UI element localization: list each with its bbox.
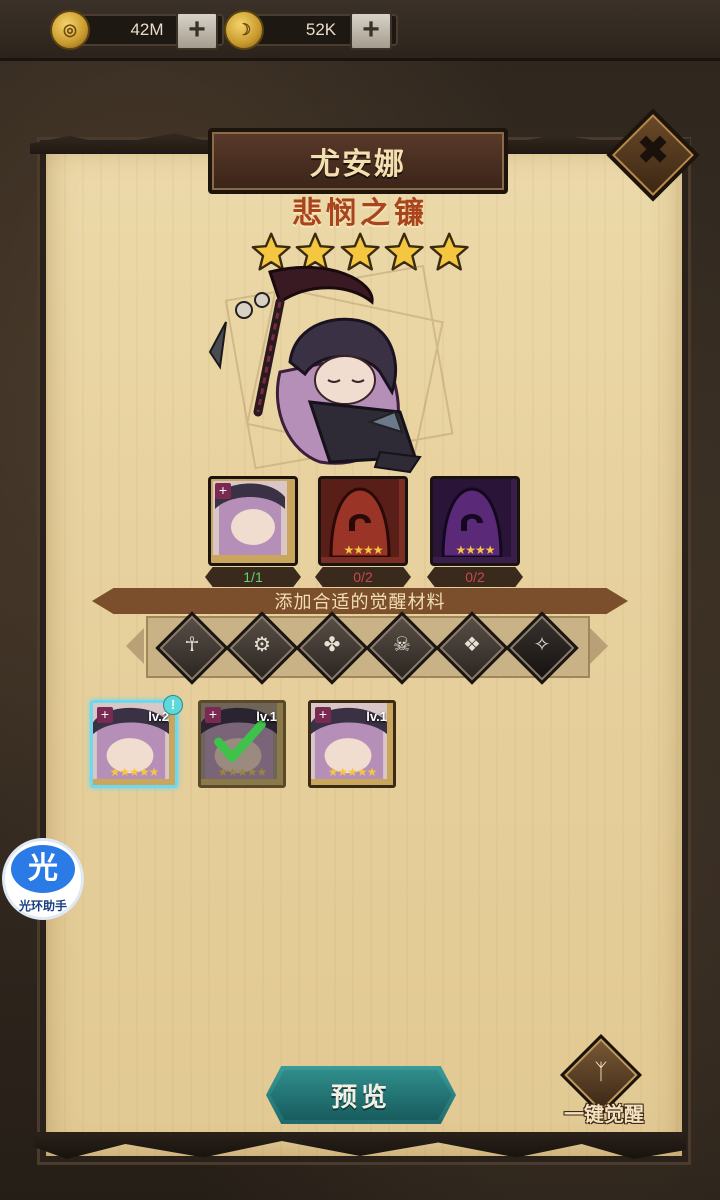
gold-coin-icon: ◎ [50, 10, 90, 50]
candidate-card-1[interactable]: + lv.2 ★★★★★ ! [90, 695, 183, 788]
material-count: 1/1 [205, 567, 301, 587]
hero-portrait [208, 264, 454, 474]
slot-stars: ★★★★ [455, 543, 495, 557]
alert-badge-icon: ! [163, 695, 183, 715]
card-level: lv.1 [366, 709, 387, 724]
skull-helm-icon: ☠ [393, 634, 411, 656]
currency-bar: 42M ◎ + 52K ☽ + [0, 0, 720, 61]
clover-icon: ✤ [323, 634, 341, 656]
material-slot-red[interactable]: ★★★★ 0/2 [315, 476, 411, 587]
card-stars: ★★★★★ [327, 765, 378, 779]
assistant-glyph: 光 [11, 845, 75, 893]
add-marker-icon: + [205, 707, 221, 723]
winged-crest-icon: ❖ [463, 634, 481, 656]
add-gold-button[interactable]: + [176, 12, 218, 50]
banner-text: 添加合适的觉醒材料 [274, 592, 446, 612]
ankh-icon: ☥ [184, 634, 200, 656]
awaken-all-label: 一键觉醒 [564, 1104, 644, 1126]
slot-stars: ★★★★ [343, 543, 383, 557]
material-count: 0/2 [427, 567, 523, 587]
hero-name-plate: 尤安娜 [208, 128, 508, 194]
card-level: lv.1 [256, 709, 277, 724]
awaken-all-button[interactable]: ᛉ 一键觉醒 [552, 1033, 662, 1130]
add-gem-button[interactable]: + [350, 12, 392, 50]
gem-coin-icon: ☽ [224, 10, 264, 50]
preview-button[interactable]: 预览 [266, 1066, 456, 1124]
material-slot-hero[interactable]: + 1/1 [205, 476, 301, 587]
add-marker-icon: + [97, 707, 113, 723]
add-marker-icon: + [215, 483, 231, 499]
material-count: 0/2 [315, 567, 411, 587]
hero-title: 悲悯之镰 [292, 197, 428, 230]
preview-label: 预览 [330, 1081, 391, 1112]
dark-sigil-icon: ✧ [533, 634, 551, 656]
hero-name: 尤安娜 [310, 148, 406, 181]
assistant-float-button[interactable]: 光 光环助手 [2, 838, 84, 920]
gear-faction-icon: ⚙ [253, 634, 271, 656]
candidate-card-3[interactable]: + lv.1 ★★★★★ [308, 700, 396, 788]
material-slot-purple[interactable]: ★★★★ 0/2 [427, 476, 523, 587]
assistant-label: 光环助手 [18, 899, 67, 913]
add-marker-icon: + [315, 707, 331, 723]
material-hint-banner: 添加合适的觉醒材料 [92, 588, 628, 614]
close-icon: ✖ [637, 130, 669, 172]
card-stars: ★★★★★ [217, 765, 268, 779]
candidate-card-2[interactable]: + lv.1 ★★★★★ [198, 700, 286, 788]
card-stars: ★★★★★ [109, 765, 160, 779]
